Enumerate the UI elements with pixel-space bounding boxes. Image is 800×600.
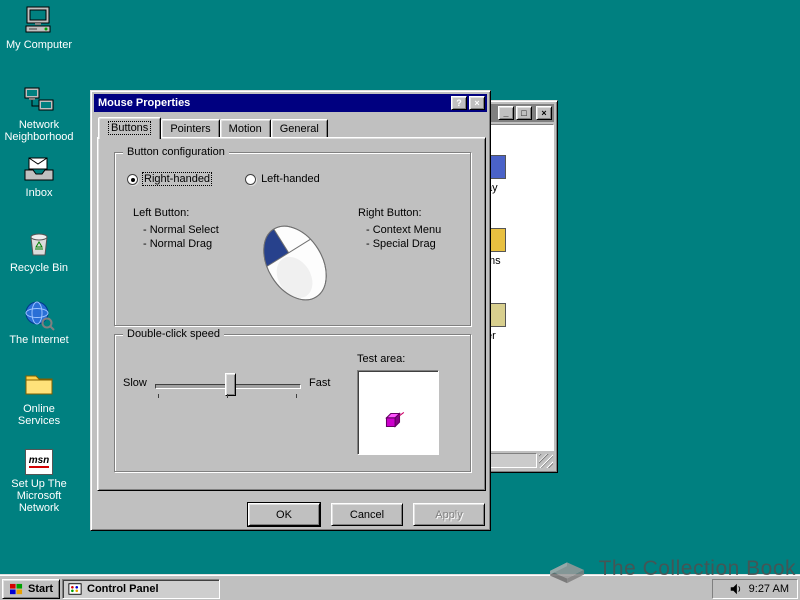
desktop-icon-label: My Computer xyxy=(5,39,73,51)
recycle-bin-icon xyxy=(23,227,55,259)
task-label: Control Panel xyxy=(87,583,159,595)
test-area-box[interactable] xyxy=(357,370,439,455)
jack-in-the-box-icon xyxy=(385,411,405,428)
close-button[interactable]: × xyxy=(536,106,552,120)
desktop-icon-inbox[interactable]: Inbox xyxy=(2,152,76,199)
apply-button[interactable]: Apply xyxy=(413,503,485,526)
left-button-title: Left Button: xyxy=(133,207,190,219)
book-icon xyxy=(549,562,584,584)
tab-general[interactable]: General xyxy=(270,119,328,137)
desktop-icon-the-internet[interactable]: The Internet xyxy=(2,299,76,346)
start-button[interactable]: Start xyxy=(2,579,61,599)
desktop-icon-network-neighborhood[interactable]: Network Neighborhood xyxy=(2,84,76,143)
test-area-label: Test area: xyxy=(357,353,406,365)
network-neighborhood-icon xyxy=(23,84,55,116)
maximize-button[interactable]: □ xyxy=(516,106,532,120)
buttons-tab-page: Button configuration Right-handed Left-h… xyxy=(97,137,486,491)
desktop-icon-label: Set Up The Microsoft Network xyxy=(11,478,67,514)
double-click-speed-group: Double-click speed Slow Fast Test area: xyxy=(114,328,471,472)
desktop-icon-recycle-bin[interactable]: Recycle Bin xyxy=(2,227,76,274)
mouse-properties-dialog: Mouse Properties ? × Buttons Pointers Mo… xyxy=(90,90,491,531)
slider-tick xyxy=(296,394,297,398)
right-button-item: - Context Menu xyxy=(366,224,442,236)
button-configuration-group: Button configuration Right-handed Left-h… xyxy=(114,146,471,326)
windows-flag-icon xyxy=(10,583,23,594)
my-computer-icon xyxy=(23,4,55,36)
taskbar-task-control-panel[interactable]: Control Panel xyxy=(62,579,220,599)
tab-pointers[interactable]: Pointers xyxy=(161,119,220,137)
desktop-icon-my-computer[interactable]: My Computer xyxy=(2,4,76,51)
ok-button[interactable]: OK xyxy=(248,503,320,526)
slider-tick xyxy=(227,394,228,398)
dialog-titlebar[interactable]: Mouse Properties ? × xyxy=(94,94,487,112)
msn-icon-text: msn xyxy=(28,455,50,468)
desktop-icon-setup-msn[interactable]: msn Set Up The Microsoft Network xyxy=(2,449,76,514)
right-button-item: - Special Drag xyxy=(366,238,436,250)
close-button[interactable]: × xyxy=(469,96,485,110)
tab-strip: Buttons Pointers Motion General xyxy=(98,117,328,139)
folder-icon xyxy=(23,368,55,400)
desktop-icon-online-services[interactable]: Online Services xyxy=(2,368,76,427)
desktop-icon-label: Network Neighborhood xyxy=(4,119,74,143)
group-label: Button configuration xyxy=(123,146,229,159)
resize-grip[interactable] xyxy=(539,454,553,468)
radio-left-handed[interactable]: Left-handed xyxy=(245,173,320,185)
dialog-title: Mouse Properties xyxy=(98,97,191,109)
handedness-radios: Right-handed Left-handed xyxy=(127,172,320,186)
slider-tick xyxy=(158,394,159,398)
watermark: The Collection Book xyxy=(545,552,796,586)
desktop-icon-label: Recycle Bin xyxy=(9,262,69,274)
desktop-icon-label: Inbox xyxy=(25,187,53,199)
msn-icon: msn xyxy=(25,449,53,475)
left-button-item: - Normal Drag xyxy=(143,238,213,250)
inbox-icon xyxy=(23,152,55,184)
mouse-illustration xyxy=(243,213,347,313)
cancel-button[interactable]: Cancel xyxy=(331,503,403,526)
radio-dot[interactable] xyxy=(245,173,257,185)
desktop-icon-label: The Internet xyxy=(9,334,69,346)
slider-thumb[interactable] xyxy=(225,373,236,396)
slow-label: Slow xyxy=(123,377,147,389)
help-button[interactable]: ? xyxy=(451,96,467,110)
start-label: Start xyxy=(28,583,54,595)
desktop-icon-label: Online Services xyxy=(17,403,61,427)
internet-globe-icon xyxy=(23,299,55,331)
control-panel-icon xyxy=(68,583,82,595)
tab-motion[interactable]: Motion xyxy=(219,119,271,137)
fast-label: Fast xyxy=(309,377,331,389)
watermark-text: The Collection Book xyxy=(598,557,796,580)
radio-right-handed[interactable]: Right-handed xyxy=(127,172,213,186)
left-button-item: - Normal Select xyxy=(143,224,219,236)
tab-buttons[interactable]: Buttons xyxy=(98,117,162,139)
minimize-button[interactable]: _ xyxy=(498,106,514,120)
radio-dot[interactable] xyxy=(127,173,138,185)
right-button-title: Right Button: xyxy=(358,207,422,219)
